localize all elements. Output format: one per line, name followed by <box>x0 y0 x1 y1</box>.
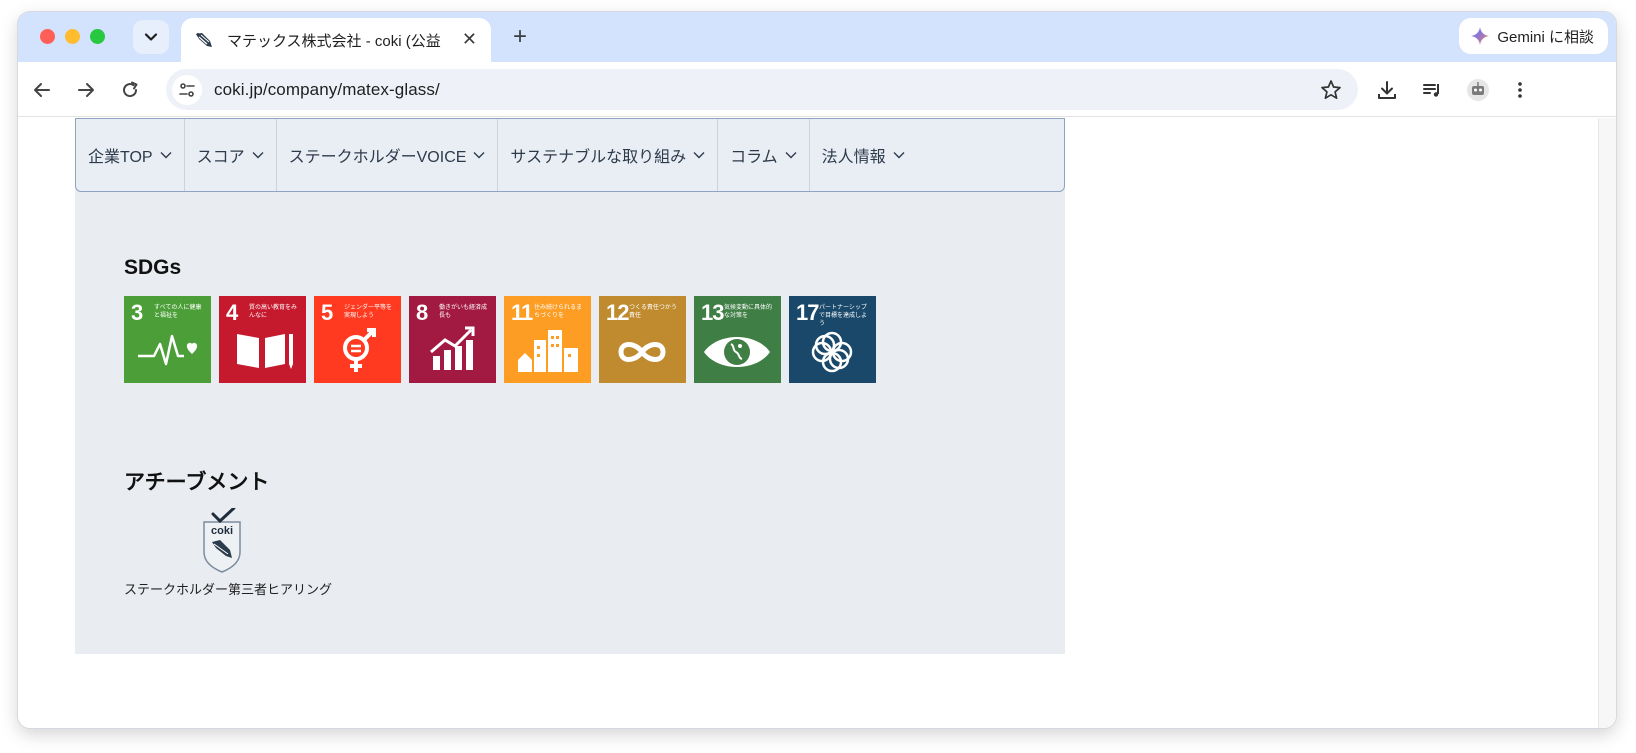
sdg-caption: 気候変動に具体的な対策を <box>724 305 773 319</box>
badge-label: ステークホルダー第三者ヒアリング <box>124 582 333 597</box>
page-scrollbar[interactable] <box>1598 118 1616 728</box>
sdg-goal-5: 5 ジェンダー平等を実現しよう <box>314 296 401 383</box>
arrow-right-icon <box>78 83 94 97</box>
sdg-number: 4 <box>226 300 238 325</box>
chevron-down-icon <box>252 152 264 159</box>
sdg-caption: 住み続けられるまちづくりを <box>534 305 583 319</box>
address-bar[interactable]: coki.jp/company/matex-glass/ <box>166 69 1358 110</box>
tab-search-button[interactable] <box>133 20 169 54</box>
achievement-heading: アチーブメント <box>124 471 270 494</box>
subnav-item-column[interactable]: コラム <box>718 119 810 191</box>
chevron-down-icon <box>144 33 158 41</box>
sdg-goal-3: 3 すべての人に健康と福祉を <box>124 296 211 383</box>
profile-button[interactable] <box>1464 76 1492 104</box>
sdg-caption: 質の高い教育をみんなに <box>249 305 298 319</box>
browser-toolbar: coki.jp/company/matex-glass/ <box>18 62 1616 117</box>
gemini-label: Gemini に相談 <box>1497 28 1594 46</box>
badge-brand-text: coki <box>211 525 233 537</box>
subnav-label: スコア <box>196 149 245 166</box>
stakeholder-hearing-badge[interactable]: coki <box>198 506 246 579</box>
coki-shield-badge-icon: coki <box>203 506 241 573</box>
subnav-item-company-top[interactable]: 企業TOP <box>76 119 185 191</box>
sdgs-heading: SDGs <box>124 256 182 279</box>
tab-title: マテックス株式会社 - coki (公益 <box>227 32 441 50</box>
subnav-label: ステークホルダーVOICE <box>288 149 467 166</box>
company-subnav: 企業TOP スコア ステークホルダーVOICE サステナブルな取り組み コラム … <box>75 118 1065 192</box>
close-tab-icon[interactable]: ✕ <box>462 29 477 49</box>
subnav-item-sustainable-initiatives[interactable]: サステナブルな取り組み <box>498 119 719 191</box>
subnav-label: サステナブルな取り組み <box>510 149 687 166</box>
more-vertical-icon <box>1518 82 1522 98</box>
sdg-number: 8 <box>416 300 428 325</box>
sdg-number: 12 <box>606 300 630 325</box>
back-button[interactable] <box>28 76 56 104</box>
sdg-goal-13: 13 気候変動に具体的な対策を <box>694 296 781 383</box>
arrow-left-icon <box>34 83 50 97</box>
sdg-goal-11: 11 住み続けられるまちづくりを <box>504 296 591 383</box>
sdg-number: 3 <box>131 300 143 325</box>
tune-icon <box>179 82 195 97</box>
sdg-number: 5 <box>321 300 333 325</box>
maximize-window-button[interactable] <box>90 29 105 44</box>
browser-window: マテックス株式会社 - coki (公益 ✕ + Gemini に相談 coki… <box>18 12 1616 728</box>
subnav-item-corporate-info[interactable]: 法人情報 <box>810 119 917 191</box>
coki-bird-favicon-icon <box>196 33 212 47</box>
gemini-sparkle-icon <box>1471 27 1490 45</box>
robot-avatar-icon <box>1467 79 1489 101</box>
forward-button[interactable] <box>72 76 100 104</box>
tab-strip: マテックス株式会社 - coki (公益 ✕ + Gemini に相談 <box>18 12 1616 62</box>
reload-icon <box>123 81 138 98</box>
new-tab-button[interactable]: + <box>505 22 535 52</box>
close-window-button[interactable] <box>40 29 55 44</box>
active-tab[interactable]: マテックス株式会社 - coki (公益 ✕ <box>181 18 491 62</box>
chevron-down-icon <box>473 152 485 159</box>
page-viewport: 企業TOP スコア ステークホルダーVOICE サステナブルな取り組み コラム … <box>18 118 1616 728</box>
subnav-label: コラム <box>730 149 778 166</box>
menu-button[interactable] <box>1506 76 1534 104</box>
sdg-icon-row: 3 すべての人に健康と福祉を 4 質の高い教育をみんなに 5 ジェンダー平等を実… <box>124 296 876 383</box>
sdg-caption: 働きがいも経済成長も <box>439 305 488 319</box>
sdg-number: 11 <box>511 300 533 325</box>
minimize-window-button[interactable] <box>65 29 80 44</box>
sdg-caption: つくる責任つかう責任 <box>629 305 677 319</box>
playlist-icon <box>1423 84 1439 97</box>
sdg-caption: ジェンダー平等を実現しよう <box>344 305 393 319</box>
reading-list-button[interactable] <box>1418 76 1446 104</box>
subnav-label: 企業TOP <box>88 149 153 166</box>
chevron-down-icon <box>893 152 905 159</box>
site-info-button[interactable] <box>172 74 202 105</box>
chevron-down-icon <box>785 152 797 159</box>
subnav-label: 法人情報 <box>821 149 886 166</box>
gemini-button[interactable]: Gemini に相談 <box>1459 18 1608 54</box>
sdg-goal-12: 12 つくる責任つかう責任 <box>599 296 686 383</box>
reload-button[interactable] <box>116 76 144 104</box>
downloads-button[interactable] <box>1373 76 1401 104</box>
subnav-item-score[interactable]: スコア <box>185 119 277 191</box>
download-icon <box>1378 81 1396 99</box>
sdg-number: 17 <box>796 300 820 325</box>
sdg-goal-17: 17 パートナーシップで目標を達成しよう <box>789 296 876 383</box>
chevron-down-icon <box>160 152 172 159</box>
sdg-goal-4: 4 質の高い教育をみんなに <box>219 296 306 383</box>
url-text: coki.jp/company/matex-glass/ <box>214 79 440 99</box>
sdg-goal-8: 8 働きがいも経済成長も <box>409 296 496 383</box>
subnav-item-stakeholder-voice[interactable]: ステークホルダーVOICE <box>277 119 499 191</box>
sdg-caption: すべての人に健康と福祉を <box>154 305 202 319</box>
bookmark-star-icon[interactable] <box>1320 79 1342 101</box>
chevron-down-icon <box>693 152 705 159</box>
sdg-number: 13 <box>701 300 725 325</box>
sdg-caption: パートナーシップで目標を達成しよう <box>819 305 868 327</box>
